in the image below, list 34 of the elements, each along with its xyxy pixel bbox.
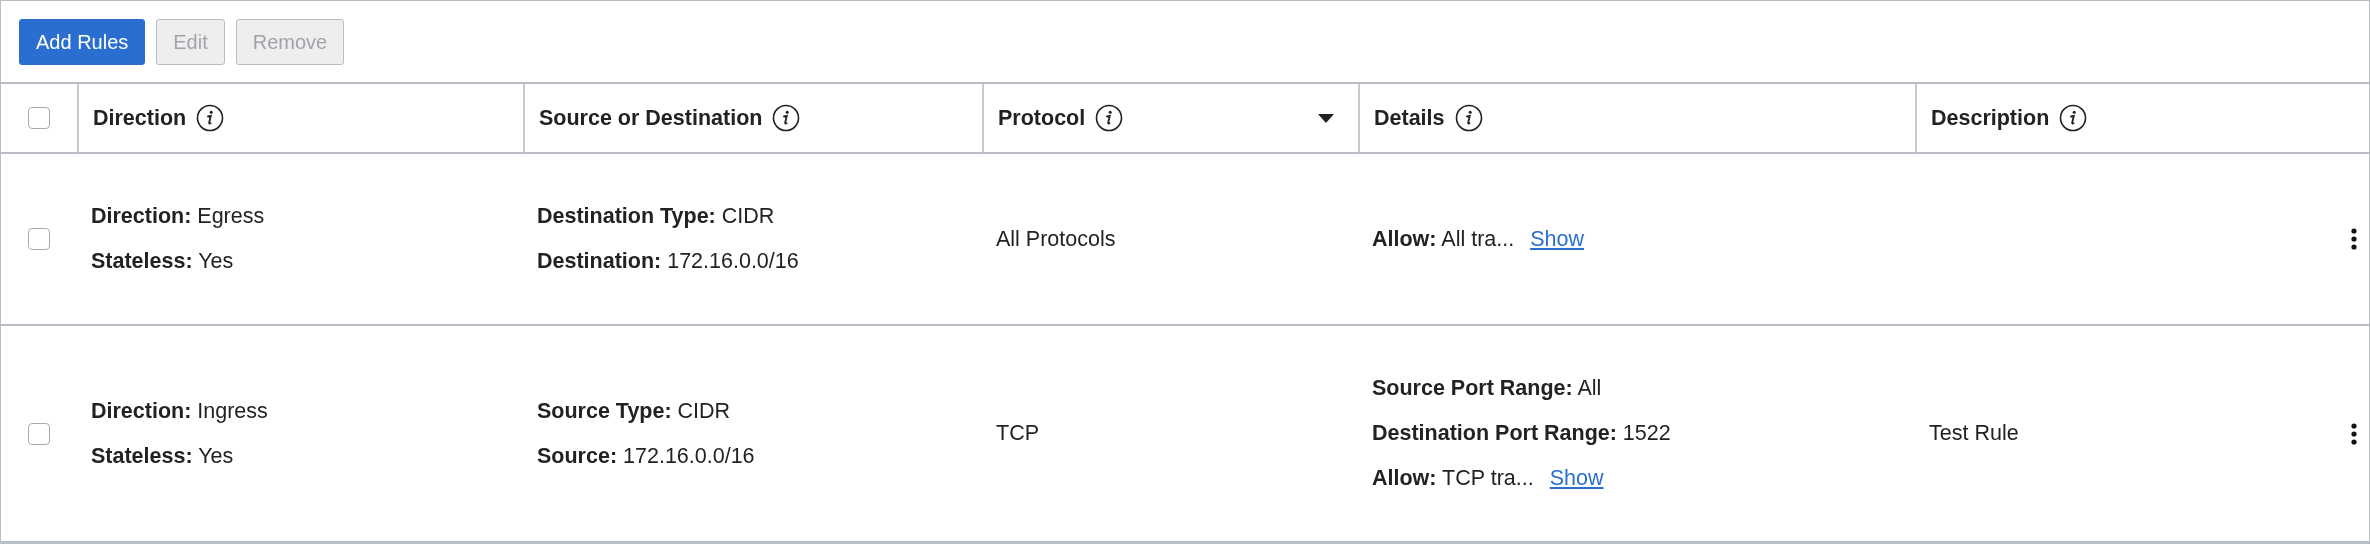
description-text: Test Rule — [1929, 421, 2019, 446]
column-header: Details — [1374, 105, 1445, 131]
info-icon[interactable] — [1095, 104, 1124, 132]
show-link[interactable]: Show — [1530, 216, 1584, 262]
protocol-text: All Protocols — [996, 226, 1116, 252]
field-text: Direction: Egress — [91, 203, 265, 230]
caret-icon[interactable] — [1318, 113, 1334, 123]
row-checkbox[interactable] — [28, 422, 50, 445]
info-icon[interactable] — [196, 104, 225, 132]
protocol-text: TCP — [996, 421, 1039, 446]
field-text: Source Type: CIDR — [537, 397, 731, 425]
field-text: Direction: Ingress — [91, 397, 268, 425]
column-header: Description — [1931, 105, 2050, 131]
field-text: Stateless: Yes — [91, 442, 234, 470]
show-link[interactable]: Show — [1549, 456, 1604, 501]
column-header: Source or Destination — [539, 105, 763, 131]
info-icon[interactable] — [772, 104, 801, 132]
more-icon[interactable] — [2351, 422, 2357, 445]
info-icon[interactable] — [1454, 104, 1483, 132]
field-text: Destination Port Range: 1522 — [1372, 420, 1671, 447]
more-icon[interactable] — [2351, 228, 2357, 250]
info-icon[interactable] — [2059, 104, 2088, 132]
field-text: Allow: All tra... — [1372, 225, 1515, 253]
row-checkbox[interactable] — [28, 228, 50, 250]
field-text: Destination: 172.16.0.0/16 — [537, 248, 799, 275]
column-header: Protocol — [998, 105, 1086, 131]
column-header: Direction — [93, 105, 187, 131]
select-all-checkbox[interactable] — [28, 107, 50, 129]
field-text: Destination Type: CIDR — [537, 203, 775, 230]
field-text: Allow: TCP tra... — [1372, 465, 1534, 492]
field-text: Stateless: Yes — [91, 248, 234, 275]
field-text: Source Port Range: All — [1372, 375, 1602, 402]
field-text: Source: 172.16.0.0/16 — [537, 442, 755, 470]
toolbar-button[interactable]: Add Rules — [19, 19, 146, 65]
